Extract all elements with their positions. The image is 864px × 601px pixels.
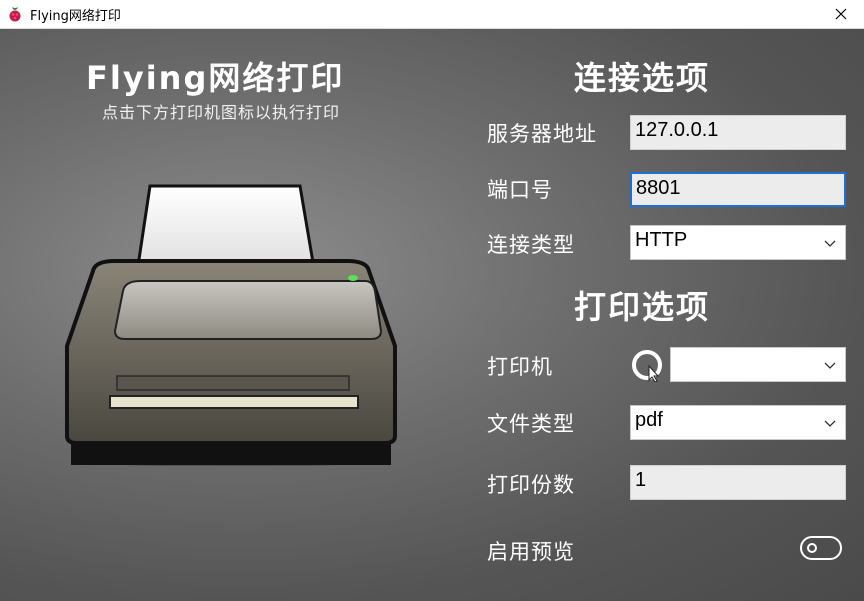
window-title: Flying网络打印 bbox=[30, 9, 121, 24]
app-subtitle: 点击下方打印机图标以执行打印 bbox=[102, 103, 341, 122]
file-type-value: pdf bbox=[635, 409, 663, 431]
copies-field[interactable]: 1 bbox=[630, 465, 846, 500]
main-panel: Flying网络打印 点击下方打印机图标以执行打印 连接选项 服务器地址 127… bbox=[0, 29, 864, 601]
server-address-label: 服务器地址 bbox=[487, 122, 597, 146]
preview-toggle[interactable] bbox=[800, 536, 842, 560]
preview-label: 启用预览 bbox=[487, 540, 575, 564]
port-field[interactable]: 8801 bbox=[630, 172, 846, 207]
chevron-down-icon bbox=[824, 362, 836, 369]
connection-type-value: HTTP bbox=[635, 229, 688, 251]
port-label: 端口号 bbox=[487, 178, 553, 202]
print-section-title: 打印选项 bbox=[574, 288, 711, 326]
file-type-label: 文件类型 bbox=[487, 412, 575, 436]
chevron-down-icon bbox=[824, 420, 836, 427]
connection-section-title: 连接选项 bbox=[574, 59, 711, 97]
printer-label: 打印机 bbox=[487, 355, 553, 379]
file-type-select[interactable]: pdf bbox=[630, 405, 846, 440]
toggle-knob bbox=[807, 543, 817, 553]
server-address-field[interactable]: 127.0.0.1 bbox=[630, 115, 846, 150]
printer-select[interactable] bbox=[670, 347, 846, 382]
refresh-icon[interactable] bbox=[631, 348, 665, 382]
connection-type-select[interactable]: HTTP bbox=[630, 225, 846, 260]
title-bar: Flying网络打印 bbox=[0, 0, 864, 29]
chevron-down-icon bbox=[824, 240, 836, 247]
close-icon bbox=[835, 8, 847, 20]
close-button[interactable] bbox=[818, 0, 864, 28]
raspberry-icon bbox=[9, 7, 21, 22]
copies-label: 打印份数 bbox=[487, 473, 575, 497]
app-title: Flying网络打印 bbox=[86, 59, 345, 97]
connection-type-label: 连接类型 bbox=[487, 233, 575, 257]
app-window: Flying网络打印 Flying网络打印 点击下方打印机图标以执行打印 连接选… bbox=[0, 0, 864, 601]
printer-icon[interactable] bbox=[55, 181, 407, 466]
